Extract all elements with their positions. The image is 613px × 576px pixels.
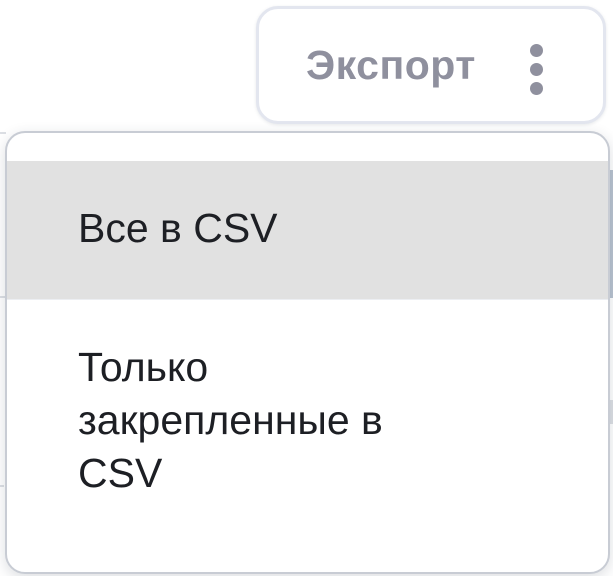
- export-button[interactable]: Экспорт: [256, 6, 606, 124]
- menu-item-export-pinned-csv[interactable]: Только закрепленные в CSV: [7, 341, 427, 500]
- kebab-dot: [529, 63, 543, 76]
- kebab-dot: [529, 82, 543, 95]
- menu-divider: [7, 299, 608, 300]
- menu-item-export-all-csv[interactable]: Все в CSV: [7, 161, 608, 299]
- menu-item-label: Все в CSV: [78, 205, 278, 251]
- kebab-dot: [529, 44, 543, 57]
- background-divider: [0, 485, 4, 487]
- background-divider: [0, 132, 6, 134]
- kebab-vertical-icon[interactable]: [529, 44, 543, 96]
- export-button-label: Экспорт: [306, 41, 476, 88]
- menu-item-label: Только закрепленные в CSV: [78, 344, 383, 496]
- export-dropdown-menu: Все в CSV Только закрепленные в CSV: [5, 131, 610, 574]
